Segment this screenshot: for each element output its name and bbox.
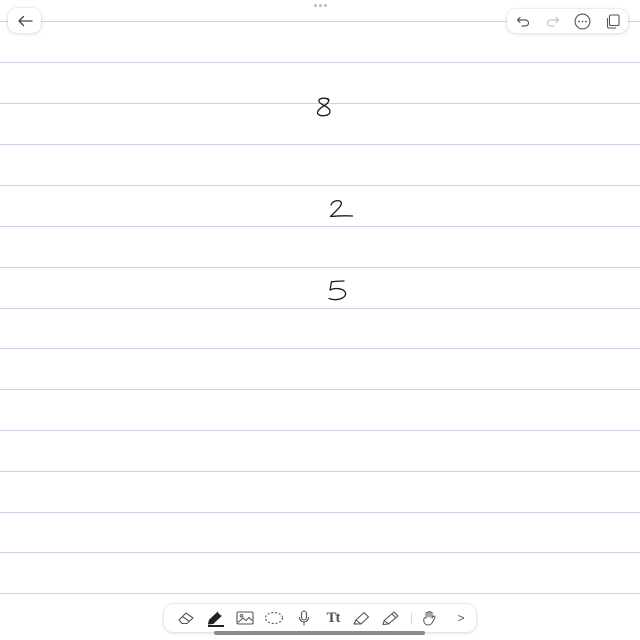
ellipsis-circle-icon [574, 13, 590, 29]
microphone-tool[interactable] [293, 608, 315, 628]
ruled-line [0, 348, 640, 349]
text-icon: Tt [326, 609, 341, 626]
eraser-tool[interactable] [175, 608, 197, 628]
pages-button[interactable] [603, 12, 621, 30]
undo-button[interactable] [514, 12, 532, 30]
image-icon [236, 611, 254, 625]
back-button[interactable] [8, 8, 41, 33]
active-tool-indicator [208, 625, 224, 627]
ruled-line [0, 185, 640, 186]
ruled-line [0, 62, 640, 63]
highlighter-tool[interactable] [351, 608, 373, 628]
handwritten-digit[interactable]: 2 [320, 190, 360, 230]
lasso-tool[interactable] [263, 608, 285, 628]
pencil-icon [382, 611, 399, 626]
handwritten-digit[interactable]: 8 [305, 88, 345, 128]
handwriting-ink [329, 200, 354, 218]
text-tool[interactable]: Tt [321, 608, 345, 628]
redo-button[interactable] [544, 12, 562, 30]
handwriting-ink [316, 97, 331, 117]
ruled-line [0, 267, 640, 268]
ruled-line [0, 144, 640, 145]
image-tool[interactable] [234, 608, 256, 628]
ruled-line [0, 430, 640, 431]
ruled-line [0, 389, 640, 390]
microphone-icon [298, 610, 310, 626]
arrow-left-icon [15, 12, 34, 29]
pen-icon [208, 611, 222, 625]
window-drag-handle[interactable] [312, 4, 328, 8]
ruled-line [0, 593, 640, 594]
ruled-line [0, 552, 640, 553]
handwritten-digit[interactable]: 5 [318, 272, 358, 312]
chevron-right-icon[interactable]: > [450, 608, 472, 628]
redo-icon [546, 16, 560, 27]
eraser-icon [178, 612, 194, 625]
highlighter-icon [353, 611, 370, 625]
ruled-line [0, 512, 640, 513]
toolbar-divider [411, 613, 412, 624]
pencil-tool[interactable] [380, 608, 402, 628]
bottom-toolbar: Tt > [164, 604, 476, 632]
more-options-button[interactable] [573, 12, 591, 30]
handwriting-ink [328, 280, 347, 301]
home-indicator[interactable] [214, 631, 425, 635]
pages-copy-icon [606, 13, 620, 29]
hand-draw-tool[interactable] [419, 608, 441, 628]
undo-icon [516, 16, 530, 27]
top-right-controls [507, 9, 628, 33]
hand-draw-icon [423, 611, 436, 626]
lasso-icon [264, 611, 284, 625]
ruled-line [0, 471, 640, 472]
